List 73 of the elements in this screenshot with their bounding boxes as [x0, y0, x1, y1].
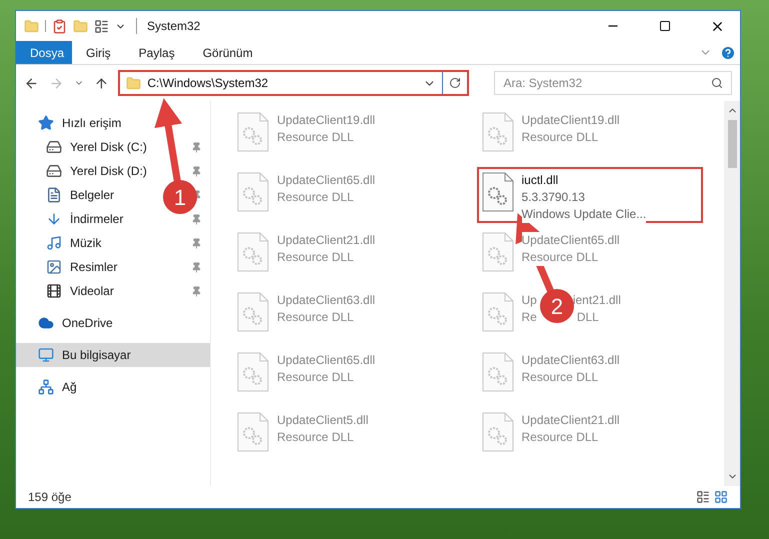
file-name[interactable]: UpdateClient63.dll: [277, 292, 376, 309]
dll-file-icon: [237, 112, 269, 152]
file-name[interactable]: UpdateClient65.dll: [277, 352, 376, 369]
ribbon-tab[interactable]: Dosya: [16, 41, 72, 64]
sidebar-item[interactable]: Yerel Disk (C:): [46, 138, 147, 156]
step-badge: 2: [540, 289, 574, 323]
dll-file-icon: [482, 412, 514, 452]
dll-file-icon: [482, 352, 514, 392]
network-icon: [38, 379, 54, 395]
search-icon: [710, 77, 723, 89]
pin-icon: [191, 166, 202, 176]
picture-icon: [46, 259, 62, 275]
dll-file-icon: [482, 172, 514, 212]
dll-file-icon: [482, 292, 514, 332]
sidebar-item[interactable]: Videolar: [46, 282, 114, 300]
folder-icon: [126, 76, 142, 90]
large-icons-view-icon[interactable]: [714, 490, 728, 504]
document-icon: [46, 187, 62, 203]
file-detail: Resource DLL: [522, 249, 598, 266]
file-name[interactable]: UpdateClient19.dll: [522, 112, 620, 129]
file-name[interactable]: UpdateClient65.dll: [522, 232, 620, 249]
scrollbar[interactable]: [724, 101, 740, 486]
search-field[interactable]: Ara: System32: [494, 71, 732, 95]
dll-file-icon: [237, 292, 269, 332]
up-arrow-icon[interactable]: [94, 76, 108, 90]
file-name[interactable]: UpdateClient5.dll: [277, 412, 368, 429]
refresh-icon[interactable]: [449, 77, 462, 89]
file-detail: Windows Update Clie...: [522, 206, 646, 223]
details-view-icon[interactable]: [696, 490, 710, 504]
dll-file-icon: [482, 232, 514, 272]
ribbon-tab[interactable]: Giriş: [72, 41, 125, 64]
window-title: System32: [147, 18, 200, 35]
pin-icon: [191, 238, 202, 248]
dll-file-icon: [237, 412, 269, 452]
sidebar-item[interactable]: Yerel Disk (D:): [46, 162, 147, 180]
dll-file-icon: [237, 352, 269, 392]
computer-icon: [38, 347, 54, 363]
cloud-icon: [38, 315, 54, 331]
sidebar-item[interactable]: OneDrive: [38, 314, 113, 332]
address-field[interactable]: C:\Windows\System32: [118, 70, 470, 96]
sidebar-item[interactable]: Resimler: [46, 258, 118, 276]
scroll-thumb[interactable]: [728, 120, 736, 168]
sidebar-item[interactable]: Belgeler: [46, 186, 114, 204]
dll-file-icon: [237, 172, 269, 212]
view-options-icon[interactable]: [94, 18, 109, 34]
sidebar-item[interactable]: Müzik: [46, 234, 102, 252]
sidebar-item[interactable]: Bu bilgisayar: [38, 346, 131, 364]
help-icon[interactable]: [720, 44, 736, 60]
dll-file-icon: [237, 232, 269, 272]
drive-icon: [46, 139, 62, 155]
file-name[interactable]: UpdateClient19.dll: [277, 112, 376, 129]
properties-icon[interactable]: [52, 18, 67, 34]
file-name[interactable]: UpdateClient21.dll: [277, 232, 376, 249]
drive-icon: [46, 163, 62, 179]
film-icon: [46, 283, 62, 299]
music-note-icon: [46, 235, 62, 251]
file-name[interactable]: UpdateClient63.dll: [522, 352, 620, 369]
item-count: 159 öğe: [28, 489, 72, 506]
pin-icon: [191, 286, 202, 296]
step-badge: 1: [163, 180, 197, 214]
sidebar-item[interactable]: İndirmeler: [46, 210, 124, 228]
dll-file-icon: [482, 112, 514, 152]
ribbon-tab[interactable]: Paylaş: [124, 41, 189, 64]
file-name[interactable]: UpdateClient21.dll: [522, 412, 620, 429]
pin-icon: [191, 262, 202, 272]
pin-icon: [191, 142, 202, 152]
sidebar-item[interactable]: Ağ: [38, 378, 77, 396]
ribbon-tab[interactable]: Görünüm: [188, 41, 267, 64]
file-name[interactable]: UpdateClient65.dll: [277, 172, 376, 189]
pin-icon: [191, 214, 202, 224]
star-icon: [38, 115, 54, 131]
maximize-icon: [659, 20, 671, 32]
sidebar-item[interactable]: Hızlı erişim: [38, 114, 122, 132]
